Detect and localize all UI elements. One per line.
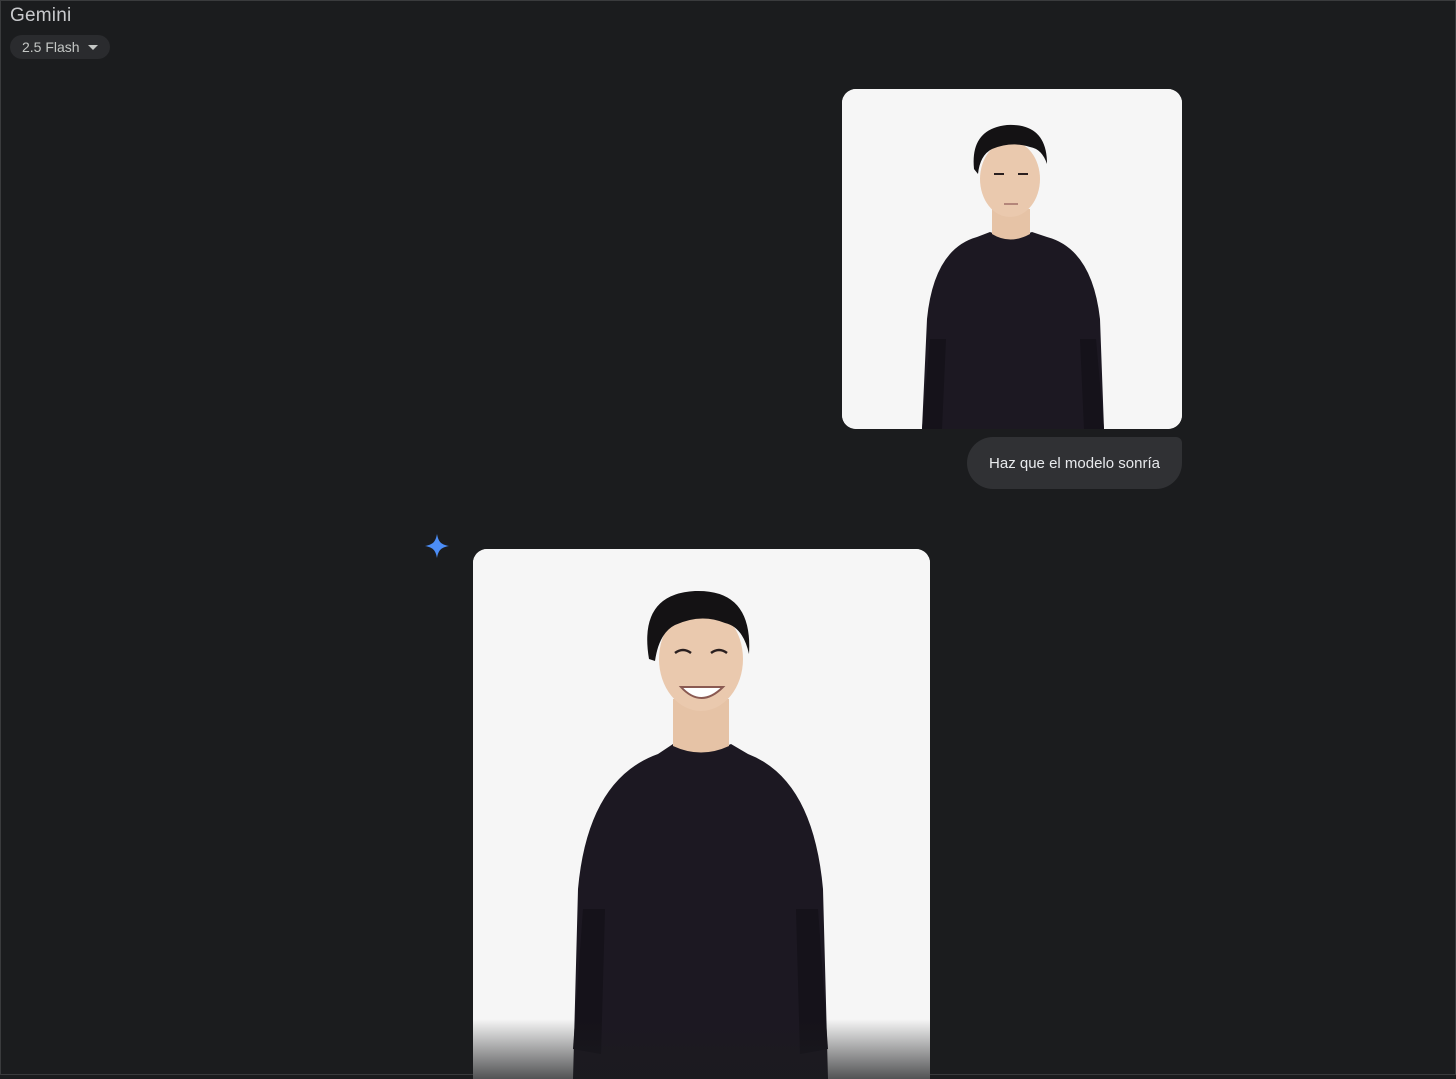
- image-bottom-fade: [473, 1019, 930, 1079]
- app-title: Gemini: [10, 5, 72, 26]
- model-selector-label: 2.5 Flash: [22, 39, 80, 55]
- user-uploaded-image[interactable]: [842, 89, 1182, 429]
- person-photo-neutral: [842, 89, 1182, 429]
- generated-image[interactable]: [473, 549, 930, 1079]
- person-photo-smiling: [473, 549, 930, 1079]
- model-selector-button[interactable]: 2.5 Flash: [10, 35, 110, 59]
- user-message-bubble: Haz que el modelo sonría: [967, 437, 1182, 489]
- user-message-text: Haz que el modelo sonría: [989, 454, 1160, 472]
- dropdown-caret-icon: [87, 44, 98, 50]
- gemini-sparkle-icon: [425, 534, 449, 558]
